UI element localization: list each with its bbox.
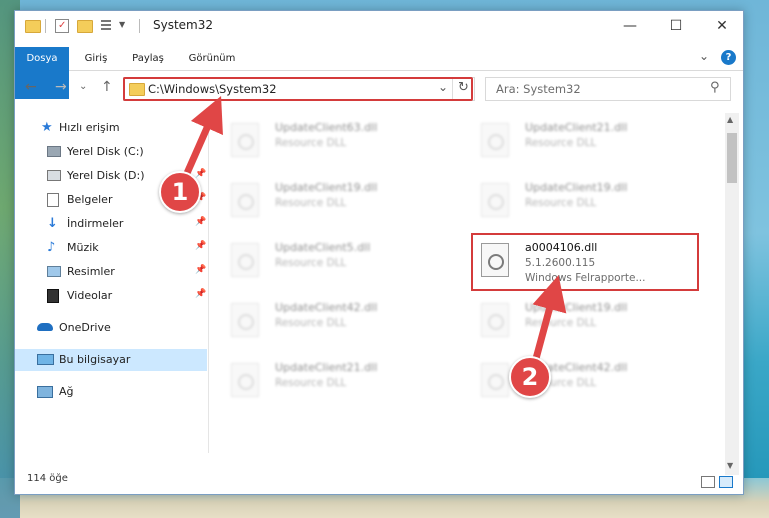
- annotation-arrow-1: [180, 95, 223, 182]
- step-2-badge: 2: [509, 356, 551, 398]
- step-1-badge: 1: [159, 171, 201, 213]
- annotation-arrows: [180, 95, 567, 367]
- annotation-arrow-2: [530, 275, 567, 367]
